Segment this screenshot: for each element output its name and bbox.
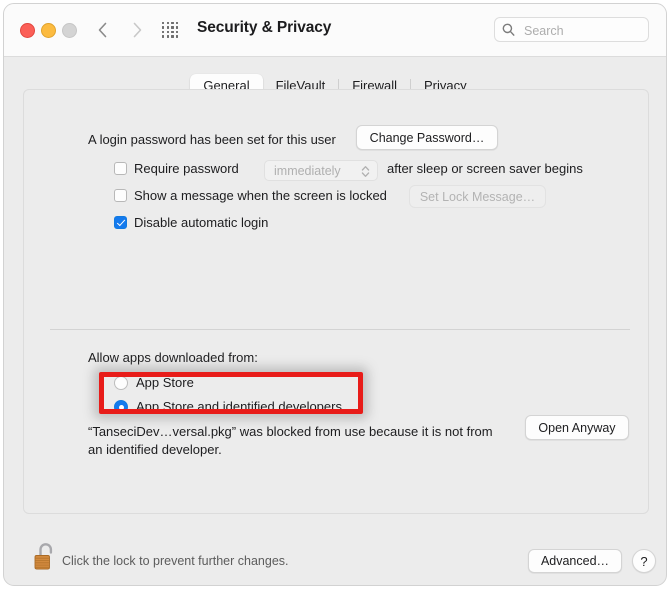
lock-hint-text: Click the lock to prevent further change… (62, 554, 289, 568)
title-bar: Security & Privacy (4, 4, 666, 57)
blocked-app-message-line1: “TanseciDev…versal.pkg” was blocked from… (88, 424, 493, 439)
open-anyway-button[interactable]: Open Anyway (525, 415, 629, 440)
unlocked-padlock-icon[interactable] (31, 540, 61, 574)
section-divider (50, 329, 630, 330)
require-password-checkbox[interactable] (114, 162, 127, 175)
close-button[interactable] (20, 23, 35, 38)
forward-chevron-icon[interactable] (126, 17, 148, 43)
require-password-delay-popup[interactable]: immediately (264, 160, 378, 181)
show-lock-message-checkbox[interactable] (114, 189, 127, 202)
search-icon (502, 23, 515, 42)
require-password-label: Require password (134, 161, 239, 176)
search-field[interactable] (494, 17, 649, 43)
chevron-up-down-icon (361, 165, 370, 183)
disable-automatic-login-label: Disable automatic login (134, 215, 269, 230)
minimize-button[interactable] (41, 23, 56, 38)
require-password-suffix-text: after sleep or screen saver begins (387, 161, 583, 176)
help-button[interactable]: ? (632, 549, 656, 573)
blocked-app-message-line2: an identified developer. (88, 442, 222, 457)
general-settings-panel: A login password has been set for this u… (23, 89, 649, 514)
require-password-delay-value: immediately (274, 164, 341, 178)
change-password-button[interactable]: Change Password… (356, 125, 498, 150)
red-highlight-annotation (99, 372, 363, 414)
back-chevron-icon[interactable] (92, 17, 114, 43)
preferences-window: Security & Privacy General FileVault Fir… (3, 3, 667, 586)
login-password-status-text: A login password has been set for this u… (88, 132, 336, 147)
show-lock-message-label: Show a message when the screen is locked (134, 188, 387, 203)
maximize-button[interactable] (62, 23, 77, 38)
advanced-button[interactable]: Advanced… (528, 549, 622, 573)
disable-automatic-login-checkbox[interactable] (114, 216, 127, 229)
show-all-grid-icon[interactable] (162, 22, 179, 38)
allow-apps-heading: Allow apps downloaded from: (88, 350, 258, 365)
page-title: Security & Privacy (197, 19, 332, 36)
search-input[interactable] (522, 18, 646, 43)
set-lock-message-button[interactable]: Set Lock Message… (409, 185, 546, 208)
